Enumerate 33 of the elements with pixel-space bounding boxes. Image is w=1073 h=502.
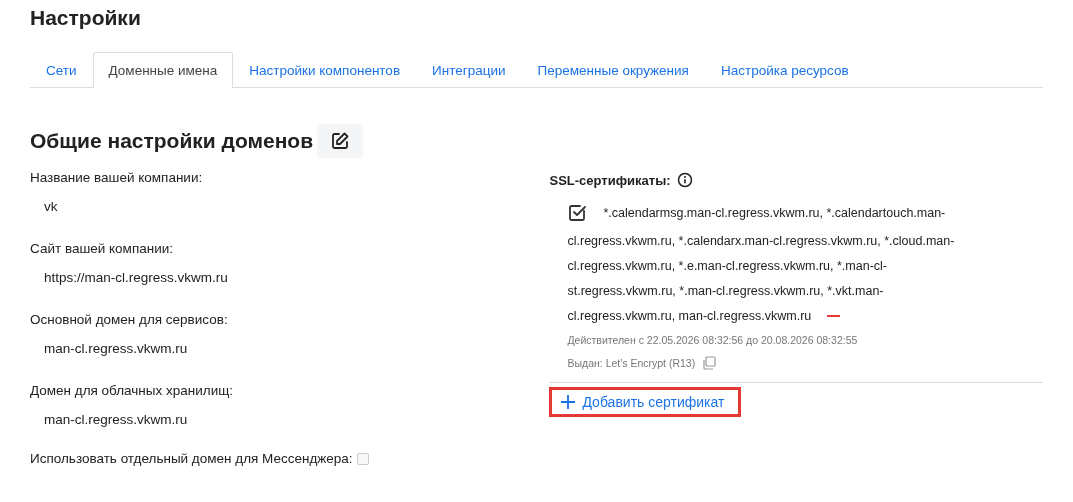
ssl-label: SSL-сертификаты: xyxy=(549,172,671,188)
tab[interactable]: Настройка ресурсов xyxy=(704,52,865,88)
certificate-validity: Действителен с 22.05.2026 08:32:56 до 20.08.2026 08:32:55 xyxy=(567,334,859,346)
tab[interactable]: Настройки компонентов xyxy=(233,52,417,88)
certificate-domains: cl.regress.vkwm.ru, *.e.man-cl.regress.vkwm.ru, *.man-cl- xyxy=(567,258,887,273)
copy-icon[interactable] xyxy=(702,356,717,370)
field-label: Сайт вашей компании: xyxy=(30,241,174,256)
page-title: Настройки xyxy=(30,6,142,31)
remove-icon[interactable] xyxy=(827,314,841,317)
section-title: Общие настройки доменов xyxy=(30,129,314,153)
edit-icon xyxy=(330,131,351,151)
tab[interactable]: Интеграции xyxy=(416,52,522,88)
certificate-domains: cl.regress.vkwm.ru, man-cl.regress.vkwm.ru xyxy=(567,308,812,323)
certificate-domains: st.regress.vkwm.ru, *.man-cl.regress.vkwm.ru, *.vkt.man- xyxy=(567,283,884,298)
checkbox-label: Использовать отдельный домен для Мессенджера: xyxy=(30,451,353,466)
checkbox[interactable] xyxy=(356,452,369,465)
certificate-issuer: Выдан: Let's Encrypt (R13) xyxy=(567,357,696,369)
field-label: Домен для облачных хранилищ: xyxy=(30,383,235,398)
tab[interactable]: Переменные окружения xyxy=(521,52,705,88)
add-certificate-button[interactable]: Добавить сертификат xyxy=(549,387,742,417)
info-icon[interactable] xyxy=(676,172,693,188)
edit-button[interactable] xyxy=(317,124,364,158)
field-value: man-cl.regress.vkwm.ru xyxy=(44,412,189,427)
certificate-domains: *.calendarmsg.man-cl.regress.vkwm.ru, *.calendartouch.man- xyxy=(603,206,946,220)
field-label: Основной домен для сервисов: xyxy=(30,312,229,327)
tab[interactable]: Сети xyxy=(30,52,93,88)
plus-icon xyxy=(560,394,577,410)
field-value: https://man-cl.regress.vkwm.ru xyxy=(44,270,229,285)
field-value: vk xyxy=(44,199,59,214)
field-value: man-cl.regress.vkwm.ru xyxy=(44,341,189,356)
tab[interactable]: Доменные имена xyxy=(92,52,234,88)
field-label: Название вашей компании: xyxy=(30,170,204,185)
certificate-domains: cl.regress.vkwm.ru, *.calendarx.man-cl.regress.vkwm.ru, *.cloud.man- xyxy=(567,233,955,248)
